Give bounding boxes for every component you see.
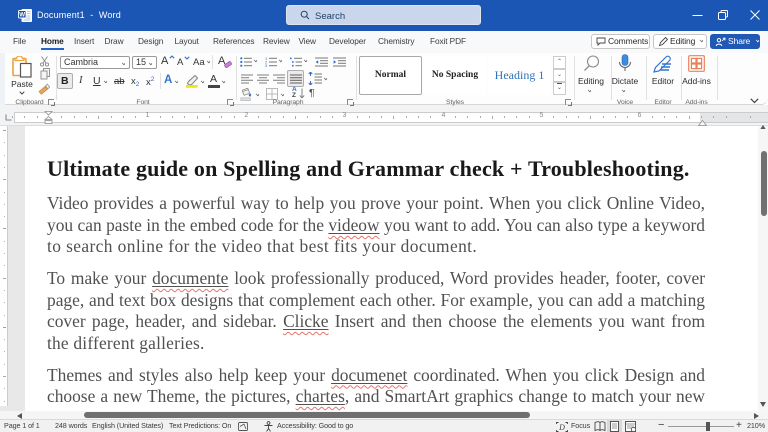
svg-text:3: 3: [265, 63, 268, 67]
svg-text:W: W: [19, 12, 25, 19]
svg-text:D: D: [558, 423, 565, 432]
